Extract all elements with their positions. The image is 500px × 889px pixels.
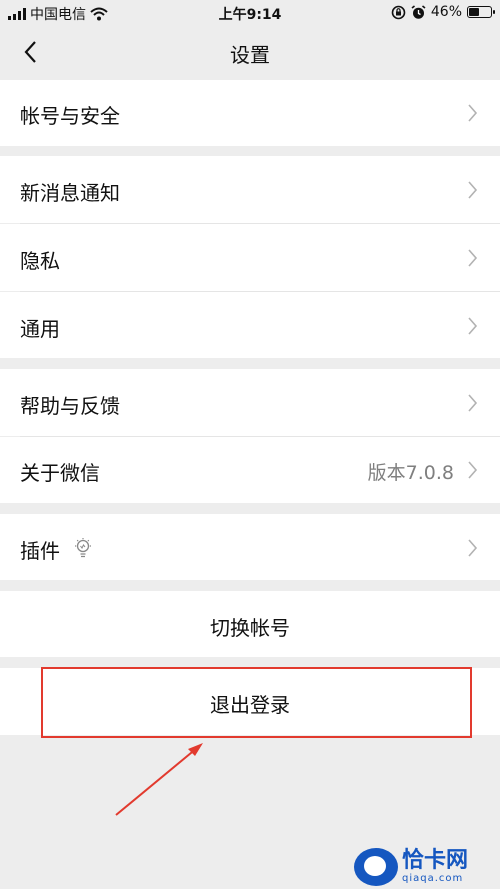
lightbulb-icon xyxy=(75,538,91,558)
navigation-bar: 设置 xyxy=(0,26,500,78)
chevron-right-icon xyxy=(468,539,478,557)
settings-item-account-security[interactable]: 帐号与安全 xyxy=(0,80,500,146)
chevron-right-icon xyxy=(468,249,478,267)
chevron-right-icon xyxy=(468,317,478,335)
rotation-lock-icon xyxy=(391,5,406,19)
status-bar-right: 46% xyxy=(391,4,495,20)
settings-item-label: 关于微信 xyxy=(20,461,100,485)
chevron-right-icon xyxy=(468,104,478,122)
settings-item-label: 插件 xyxy=(20,539,60,563)
settings-item-privacy[interactable]: 隐私 xyxy=(0,224,500,291)
settings-item-new-message-notification[interactable]: 新消息通知 xyxy=(0,156,500,223)
watermark-url: qiaqa.com xyxy=(402,873,464,884)
chevron-right-icon xyxy=(468,394,478,412)
settings-item-plugins[interactable]: 插件 xyxy=(0,514,500,580)
battery-percent: 46% xyxy=(430,4,462,20)
battery-icon xyxy=(467,6,495,18)
settings-item-help-feedback[interactable]: 帮助与反馈 xyxy=(0,369,500,436)
alarm-icon xyxy=(411,4,426,19)
logout-button[interactable]: 退出登录 xyxy=(0,668,500,735)
version-value: 版本7.0.8 xyxy=(367,462,454,484)
battery-level-fill xyxy=(469,8,479,16)
chevron-right-icon xyxy=(468,461,478,479)
settings-item-label: 通用 xyxy=(20,317,60,341)
switch-account-button[interactable]: 切换帐号 xyxy=(0,591,500,657)
watermark-logo xyxy=(354,848,398,886)
settings-item-general[interactable]: 通用 xyxy=(0,292,500,358)
watermark-name: 恰卡网 xyxy=(402,848,469,873)
settings-item-label: 隐私 xyxy=(20,249,60,273)
page-title: 设置 xyxy=(230,43,270,67)
status-bar: 中国电信 上午9:14 46% xyxy=(0,0,500,26)
settings-item-label: 新消息通知 xyxy=(20,181,120,205)
watermark: 恰卡网 qiaqa.com xyxy=(354,848,468,886)
chevron-right-icon xyxy=(468,181,478,199)
logout-label: 退出登录 xyxy=(210,693,290,717)
settings-item-label: 帮助与反馈 xyxy=(20,394,120,418)
switch-account-label: 切换帐号 xyxy=(210,616,290,640)
settings-item-label: 帐号与安全 xyxy=(20,104,120,128)
settings-item-about-wechat[interactable]: 关于微信 版本7.0.8 xyxy=(0,437,500,503)
